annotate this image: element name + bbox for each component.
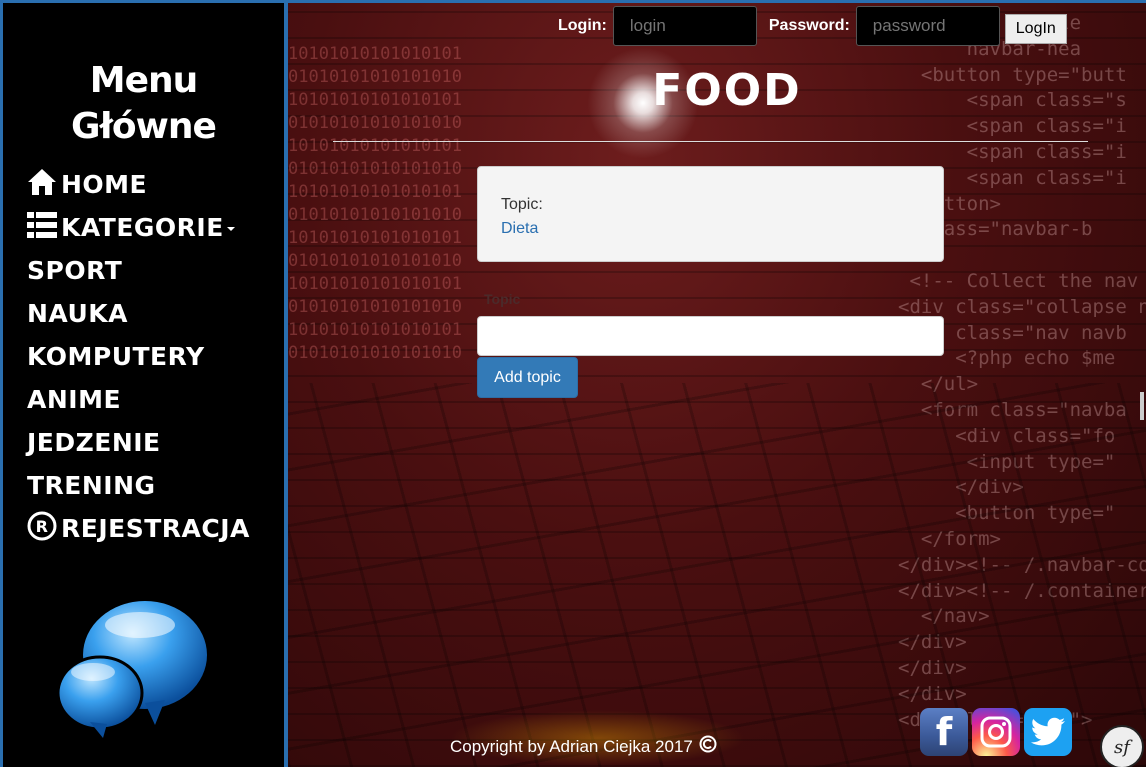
symfony-icon[interactable]: sf	[1100, 725, 1144, 767]
sidebar-item-trening[interactable]: Trening	[27, 464, 250, 507]
twitter-icon[interactable]	[1024, 708, 1072, 756]
main-area: 10101010101010101 01010101010101010 1010…	[288, 3, 1146, 767]
topic-card: Topic: Dieta	[477, 166, 944, 262]
menu-title-line1: Menu	[89, 60, 199, 101]
sidebar-item-label: Kategorie	[61, 213, 224, 242]
login-label: Login:	[558, 17, 607, 34]
sidebar-item-sport[interactable]: Sport	[27, 249, 250, 292]
footer: Copyright by Adrian Ciejka 2017	[450, 735, 717, 758]
sidebar-item-anime[interactable]: Anime	[27, 378, 250, 421]
page-title: FOOD	[652, 65, 802, 116]
divider	[333, 141, 1088, 142]
sidebar-item-label: Sport	[27, 256, 123, 285]
sidebar-item-label: Nauka	[27, 299, 129, 328]
scrollbar[interactable]	[1140, 392, 1144, 420]
chat-bubbles-icon	[55, 600, 210, 744]
sidebar-item-home[interactable]: Home	[27, 163, 250, 206]
add-topic-button[interactable]: Add topic	[477, 357, 578, 398]
instagram-icon[interactable]	[972, 708, 1020, 756]
sidebar-item-label: Rejestracja	[61, 514, 250, 543]
home-icon	[27, 167, 61, 203]
sidebar-item-kategorie[interactable]: Kategorie	[27, 206, 250, 249]
topic-input[interactable]	[477, 316, 944, 356]
sidebar-menu: Home Kategorie Sport Nauka Komputery Ani…	[27, 163, 250, 550]
copyright-icon	[699, 735, 717, 758]
sidebar-item-label: Trening	[27, 471, 156, 500]
copyright-text: Copyright by Adrian Ciejka 2017	[450, 736, 693, 756]
sidebar-item-komputery[interactable]: Komputery	[27, 335, 250, 378]
menu-title-line2: Główne	[71, 106, 217, 147]
password-label: Password:	[768, 17, 850, 34]
topic-field-label: Topic	[484, 291, 521, 307]
social-links: f	[920, 708, 1072, 756]
registered-icon: R	[27, 511, 61, 547]
sidebar-item-jedzenie[interactable]: Jedzenie	[27, 421, 250, 464]
sidebar-item-label: Home	[61, 170, 148, 199]
password-input[interactable]	[855, 6, 1000, 46]
menu-title: Menu Główne	[3, 58, 284, 150]
sidebar: Menu Główne Home Kategorie Sport Nauka K…	[3, 3, 284, 767]
sidebar-item-label: Komputery	[27, 342, 205, 371]
login-bar: Login: Password: LogIn	[558, 6, 1067, 46]
login-button[interactable]: LogIn	[1004, 14, 1067, 44]
chevron-down-icon	[226, 226, 235, 231]
sidebar-item-label: Jedzenie	[27, 428, 161, 457]
svg-text:R: R	[36, 517, 49, 536]
topic-link[interactable]: Dieta	[501, 220, 538, 237]
facebook-icon[interactable]: f	[920, 708, 968, 756]
sidebar-item-rejestracja[interactable]: R Rejestracja	[27, 507, 250, 550]
topic-card-label: Topic:	[501, 196, 543, 213]
sidebar-item-nauka[interactable]: Nauka	[27, 292, 250, 335]
login-input[interactable]	[612, 6, 757, 46]
list-icon	[27, 211, 61, 244]
sidebar-item-label: Anime	[27, 385, 122, 414]
